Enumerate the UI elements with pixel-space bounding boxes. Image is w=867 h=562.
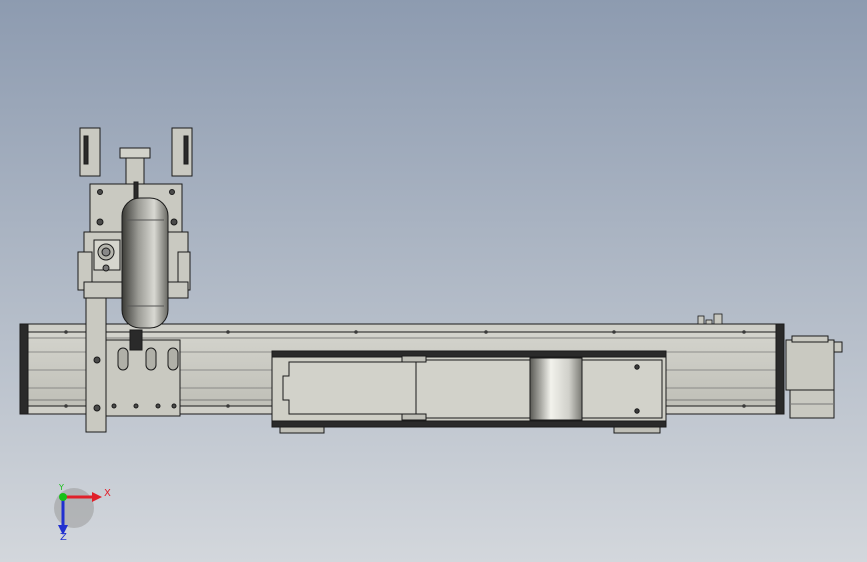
graphics-viewport[interactable]: X Y Z: [0, 0, 867, 562]
coordinate-triad: [54, 488, 102, 535]
linear-module-model[interactable]: [0, 0, 867, 562]
servo-motor[interactable]: [785, 335, 843, 419]
slider-carriage[interactable]: [271, 350, 667, 434]
y-axis-dot: [59, 493, 67, 501]
z-axis-label: Z: [60, 532, 67, 543]
y-axis-label: Y: [59, 483, 64, 492]
drive-wheel[interactable]: [121, 197, 169, 329]
x-axis-label: X: [104, 488, 111, 499]
triad-shadow: [54, 488, 94, 528]
x-axis-arrowhead: [92, 492, 102, 502]
top-fittings: [697, 313, 723, 325]
